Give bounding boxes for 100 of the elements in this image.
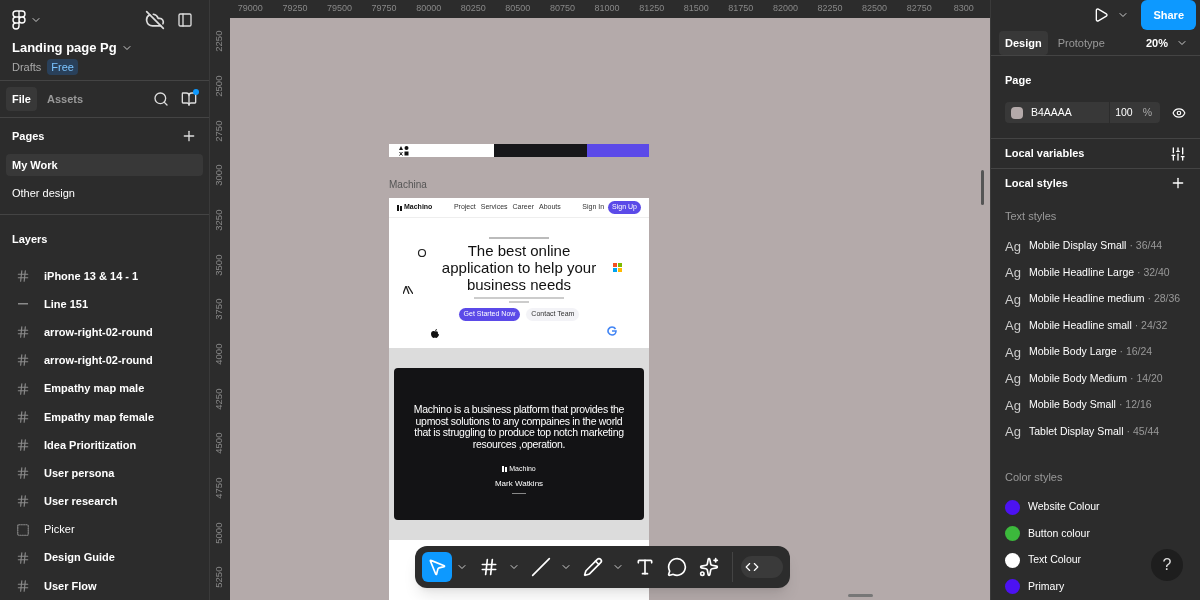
text-style-preview: Ag (1005, 317, 1022, 335)
cloud-icon[interactable] (145, 10, 165, 30)
ruler-label: 4750 (212, 477, 226, 499)
app-logo-icon[interactable] (12, 10, 26, 30)
layer-item[interactable]: Empathy map female (44, 408, 155, 426)
ruler-label: 82000 (771, 2, 799, 16)
section-title: Page (1005, 74, 1032, 87)
vertical-scrollbar[interactable] (981, 170, 984, 205)
frame-icon (16, 268, 30, 283)
subsection-title: Color styles (1005, 471, 1063, 483)
brand-logo-icon (397, 204, 402, 211)
layer-item[interactable]: Design Guide (44, 549, 115, 566)
layer-item[interactable]: Picker (44, 521, 75, 538)
page-color-field[interactable]: B4AAAA 100 % (1005, 102, 1161, 124)
color-swatch (1011, 106, 1023, 119)
file-name[interactable]: Landing page Pg (12, 38, 117, 58)
frame-icon (16, 353, 30, 368)
percent-sign: % (1142, 105, 1153, 120)
color-style-item[interactable]: Button colour (1028, 525, 1090, 542)
text-style-item[interactable]: Mobile Display Small · 36/44 (1029, 238, 1163, 255)
dev-mode-toggle[interactable] (741, 556, 783, 578)
canvas[interactable] (230, 18, 990, 600)
text-style-preview: Ag (1005, 237, 1022, 256)
color-style-item[interactable]: Text Colour (1028, 552, 1082, 569)
ruler-label: 2750 (212, 120, 226, 142)
hero-headline: The best online application to help your business needs (440, 242, 598, 293)
section-title: Local variables (1005, 146, 1085, 162)
page-item[interactable]: Other design (6, 181, 203, 204)
ruler-label: 79500 (325, 2, 353, 16)
layer-item[interactable]: User persona (44, 464, 115, 482)
text-style-preview: Ag (1005, 396, 1022, 415)
panel-tab[interactable]: Assets (40, 86, 90, 112)
layer-item[interactable]: Line 151 (44, 295, 89, 313)
text-style-preview: Ag (1005, 264, 1022, 282)
plan-badge: Free (47, 58, 78, 75)
horizontal-scrollbar[interactable] (848, 594, 873, 597)
layer-item[interactable]: User Flow (44, 577, 97, 595)
text-style-item[interactable]: Mobile Body Large · 16/24 (1029, 344, 1153, 361)
ruler-label: 80750 (548, 2, 576, 16)
page-item[interactable]: My Work (6, 153, 203, 176)
line-icon (18, 303, 28, 306)
sliders-icon[interactable] (1170, 145, 1186, 162)
section-title: Layers (12, 232, 48, 245)
panel-tab[interactable]: File (6, 86, 37, 112)
knot-logo-icon (417, 248, 427, 258)
panel-tab[interactable]: Design (999, 30, 1048, 56)
zoom-level[interactable]: 20% (1145, 34, 1168, 52)
panel-toggle-icon[interactable] (177, 12, 193, 28)
frame-icon (16, 325, 30, 340)
text-style-item[interactable]: Mobile Headline small · 24/32 (1029, 317, 1168, 334)
frame-icon (16, 578, 30, 593)
ruler-label: 5250 (212, 567, 226, 589)
layer-item[interactable]: iPhone 13 & 14 - 1 (44, 267, 139, 285)
text-style-item[interactable]: Mobile Headline medium · 28/36 (1029, 291, 1181, 308)
tool-button[interactable] (422, 552, 452, 582)
layer-item[interactable]: Idea Prioritization (44, 436, 137, 454)
panel-tab[interactable]: Prototype (1051, 30, 1111, 56)
ruler-label: 82250 (816, 2, 844, 16)
ruler-label: 82750 (905, 2, 933, 16)
ruler-label: 82500 (861, 2, 889, 16)
brand-logo-icon (502, 466, 508, 473)
ruler-label: 81750 (727, 2, 755, 16)
text-style-item[interactable]: Mobile Body Medium · 14/20 (1029, 370, 1163, 387)
ruler-label: 4250 (212, 388, 226, 410)
text-style-preview: Ag (1005, 290, 1022, 309)
text-style-item[interactable]: Mobile Body Small · 12/16 (1029, 397, 1152, 414)
dashed-square-icon (16, 522, 30, 537)
text-placeholder-line (489, 237, 549, 239)
ruler-label: 3000 (212, 164, 226, 186)
section-title: Pages (12, 128, 45, 144)
layer-item[interactable]: User research (44, 493, 118, 510)
help-button[interactable]: ? (1151, 549, 1183, 581)
text-placeholder-line (512, 492, 526, 494)
search-icon[interactable] (153, 90, 169, 107)
g-logo-icon (607, 326, 617, 336)
ruler-label: 80000 (415, 2, 443, 16)
layer-item[interactable]: arrow-right-02-round (44, 323, 153, 341)
layer-item[interactable]: arrow-right-02-round (44, 352, 153, 369)
pencil-icon (583, 557, 603, 577)
ruler-label: 80500 (504, 2, 532, 16)
text-style-item[interactable]: Tablet Display Small · 45/44 (1029, 423, 1160, 440)
layer-item[interactable]: Empathy map male (44, 380, 145, 397)
text-style-preview: Ag (1005, 343, 1022, 362)
author-name: Mark Watkins (494, 477, 544, 490)
color-style-item[interactable]: Primary (1028, 578, 1065, 595)
play-icon[interactable] (1093, 7, 1110, 24)
color-style-item[interactable]: Website Colour (1028, 499, 1100, 516)
code-icon (745, 560, 759, 574)
section-title: Local styles (1005, 176, 1068, 192)
frame-icon (16, 409, 30, 424)
ruler-label: 8300 (952, 2, 975, 16)
ruler-label: 81500 (682, 2, 710, 16)
pointer-icon (427, 557, 447, 577)
library-icon[interactable] (181, 90, 197, 107)
ruler-label: 4500 (212, 432, 226, 455)
ruler-label: 4000 (212, 343, 226, 365)
frame-icon (16, 550, 30, 565)
text-style-item[interactable]: Mobile Headline Large · 32/40 (1029, 264, 1170, 281)
frame-icon (16, 437, 30, 452)
file-location[interactable]: Drafts (12, 58, 42, 75)
